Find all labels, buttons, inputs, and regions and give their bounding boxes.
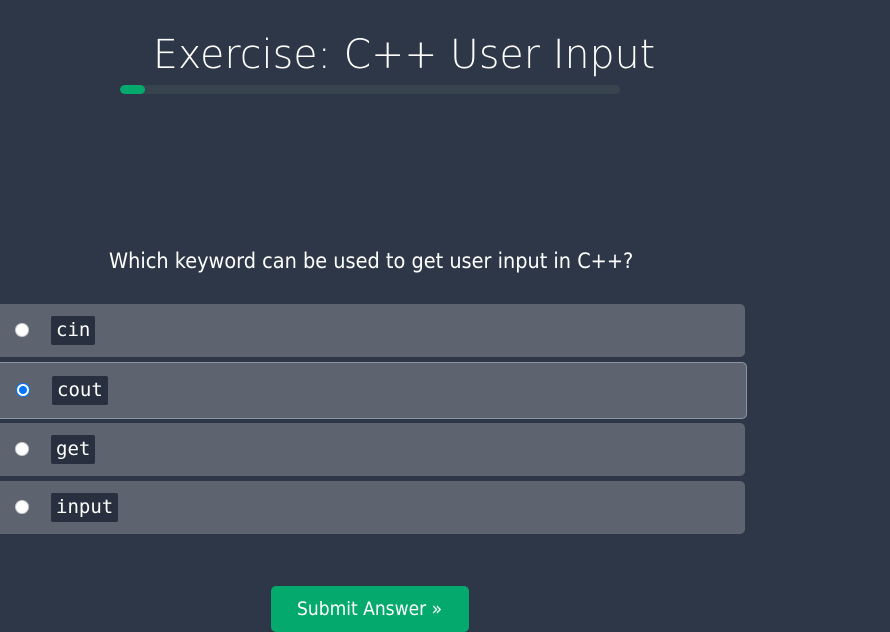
option-code-label: cout <box>52 376 108 405</box>
exercise-title: Exercise: C++ User Input <box>153 32 656 78</box>
progress-bar-fill <box>120 85 145 94</box>
answer-options: cin cout get input <box>0 304 747 539</box>
answer-option-cin[interactable]: cin <box>0 304 745 357</box>
question-text: Which keyword can be used to get user in… <box>109 249 634 273</box>
radio-button-selected[interactable] <box>16 383 30 397</box>
option-code-label: input <box>51 493 119 522</box>
answer-option-input[interactable]: input <box>0 481 745 534</box>
option-code-label: cin <box>51 316 96 345</box>
progress-bar <box>120 85 620 94</box>
option-code-label: get <box>51 435 96 464</box>
radio-button[interactable] <box>15 442 29 456</box>
radio-selected-dot <box>19 386 27 394</box>
radio-button[interactable] <box>15 323 29 337</box>
radio-button[interactable] <box>15 500 29 514</box>
answer-option-get[interactable]: get <box>0 423 745 476</box>
answer-option-cout[interactable]: cout <box>0 362 747 419</box>
submit-answer-label: Submit Answer » <box>297 598 443 620</box>
submit-answer-button[interactable]: Submit Answer » <box>271 586 469 632</box>
